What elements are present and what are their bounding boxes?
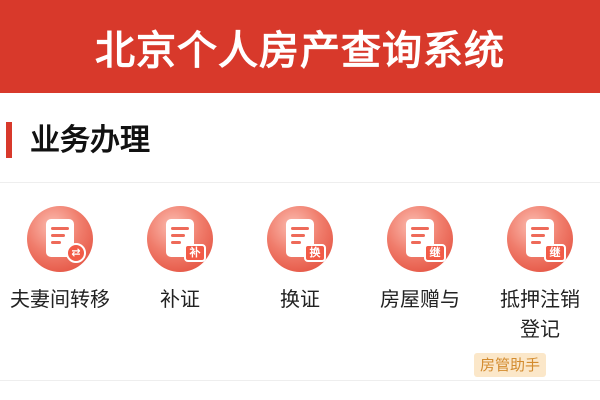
supplement-badge: 补 xyxy=(184,244,206,262)
swap-icon: ⇄ xyxy=(66,243,86,263)
gift-badge: 继 xyxy=(424,244,446,262)
doc-replace-icon: 换 xyxy=(267,206,333,272)
section-title: 业务办理 xyxy=(30,123,150,158)
page-title: 北京个人房产查询系统 xyxy=(95,27,505,74)
replace-badge: 换 xyxy=(304,244,326,262)
section-header: 业务办理 xyxy=(0,93,600,183)
divider xyxy=(0,380,600,381)
service-label: 换证 xyxy=(280,287,320,311)
watermark: 房管助手 xyxy=(474,353,547,377)
doc-mortgage-icon: 继 xyxy=(507,206,573,272)
section-accent-bar xyxy=(6,122,12,158)
service-label: 夫妻间转移 xyxy=(10,287,110,311)
service-label: 补证 xyxy=(160,287,200,311)
mortgage-badge: 继 xyxy=(544,244,566,262)
service-label: 抵押注销登记 xyxy=(500,287,580,341)
app-header: 北京个人房产查询系统 xyxy=(0,0,600,93)
doc-supplement-icon: 补 xyxy=(147,206,213,272)
service-grid: ⇄ 夫妻间转移 补 补证 换 换证 继 房屋赠与 继 抵押注销登记 xyxy=(0,200,600,360)
service-label: 房屋赠与 xyxy=(380,287,460,311)
doc-swap-icon: ⇄ xyxy=(27,206,93,272)
doc-gift-icon: 继 xyxy=(387,206,453,272)
